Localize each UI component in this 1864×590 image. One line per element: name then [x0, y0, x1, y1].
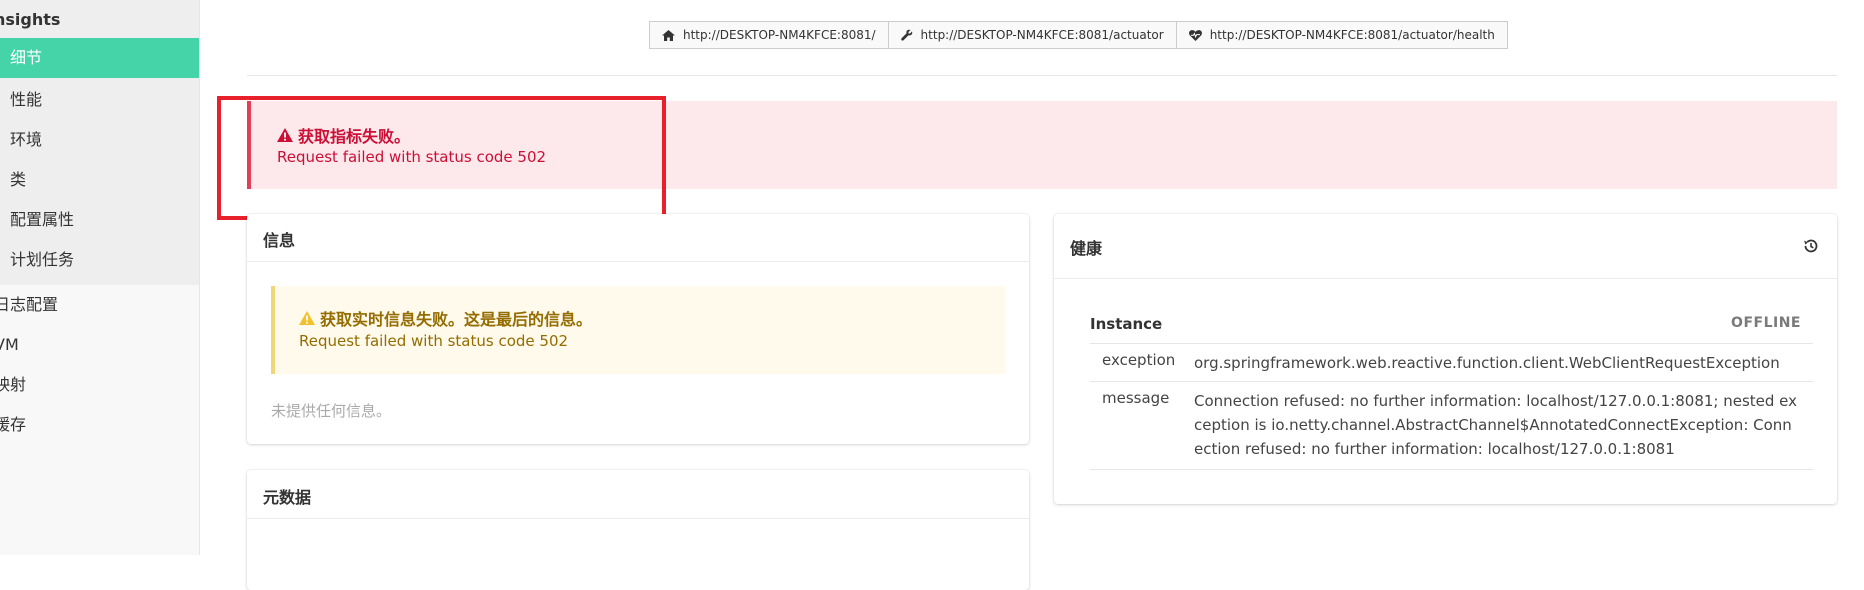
endpoint-links: http://DESKTOP-NM4KFCE:8081/ http://DESK… [649, 21, 1508, 49]
sidebar-item-label: 类 [10, 170, 27, 189]
sidebar-item-label: 映射 [0, 375, 27, 394]
actuator-url-link[interactable]: http://DESKTOP-NM4KFCE:8081/actuator [888, 21, 1177, 49]
sidebar-item-environment[interactable]: 环境 [0, 120, 199, 160]
card-header: 健康 [1054, 214, 1837, 279]
warning-message: Request failed with status code 502 [299, 332, 569, 350]
sidebar-item-label: VM [0, 335, 19, 354]
table-row: exception org.springframework.web.reacti… [1090, 343, 1813, 382]
sidebar-item-label: 计划任务 [10, 250, 75, 269]
sidebar-item-details[interactable]: 细节 [0, 38, 199, 78]
sidebar-item-label: 环境 [10, 130, 43, 149]
home-icon [662, 29, 675, 41]
sidebar-item-jvm[interactable]: VM [0, 325, 193, 365]
sidebar-item-performance[interactable]: 性能 [0, 80, 199, 120]
instance-header-row: Instance OFFLINE [1090, 307, 1813, 344]
table-row: message Connection refused: no further i… [1090, 381, 1813, 470]
row-value: Connection refused: no further informati… [1194, 392, 1798, 458]
sidebar-item-label: 性能 [10, 90, 43, 109]
info-warning-alert: 获取实时信息失败。这是最后的信息。 Request failed with st… [271, 286, 1005, 374]
sidebar-item-label: 缓存 [0, 415, 27, 434]
sidebar-item-loggers[interactable]: 日志配置 [0, 285, 193, 325]
health-url-text: http://DESKTOP-NM4KFCE:8081/actuator/hea… [1209, 28, 1495, 42]
sidebar-item-label: 细节 [10, 48, 43, 67]
row-value: org.springframework.web.reactive.functio… [1194, 354, 1780, 372]
card-title: 健康 [1070, 239, 1103, 258]
sidebar-item-caches[interactable]: 缓存 [0, 405, 193, 445]
actuator-url-text: http://DESKTOP-NM4KFCE:8081/actuator [920, 28, 1164, 42]
sidebar-item-config-props[interactable]: 配置属性 [0, 200, 199, 240]
warning-title-row: 获取实时信息失败。这是最后的信息。 [299, 306, 592, 330]
highlight-box [217, 96, 666, 220]
row-key: exception [1102, 351, 1176, 369]
card-title: 元数据 [263, 488, 312, 507]
warning-icon [299, 311, 315, 325]
empty-info-text: 未提供任何信息。 [271, 402, 392, 420]
metadata-card: 元数据 [247, 470, 1029, 590]
sidebar-group-insights: nsights 细节 性能 环境 类 配置属性 计划任务 [0, 0, 199, 285]
card-header: 元数据 [247, 470, 1029, 519]
heartbeat-icon [1188, 29, 1202, 41]
home-url-text: http://DESKTOP-NM4KFCE:8081/ [683, 28, 876, 42]
sidebar: nsights 细节 性能 环境 类 配置属性 计划任务 日志配置 VM 映射 … [0, 0, 200, 555]
sidebar-item-label: 配置属性 [10, 210, 75, 229]
sidebar-group-title: nsights [0, 10, 61, 29]
card-title: 信息 [263, 231, 296, 250]
wrench-icon [900, 29, 912, 41]
sidebar-item-mappings[interactable]: 映射 [0, 365, 193, 405]
divider [247, 75, 1837, 76]
health-card: 健康 Instance OFFLINE exception org.spring… [1054, 214, 1837, 504]
sidebar-item-label: 日志配置 [0, 295, 59, 314]
sidebar-item-scheduled-tasks[interactable]: 计划任务 [0, 240, 199, 280]
card-header: 信息 [247, 214, 1029, 262]
warning-title: 获取实时信息失败。这是最后的信息。 [320, 310, 593, 329]
history-icon[interactable] [1803, 238, 1819, 254]
sidebar-item-classes[interactable]: 类 [0, 160, 199, 200]
row-key: message [1102, 389, 1170, 407]
home-url-link[interactable]: http://DESKTOP-NM4KFCE:8081/ [649, 21, 889, 49]
instance-label: Instance [1090, 315, 1163, 333]
health-url-link[interactable]: http://DESKTOP-NM4KFCE:8081/actuator/hea… [1176, 21, 1508, 49]
info-card: 信息 获取实时信息失败。这是最后的信息。 Request failed with… [247, 214, 1029, 444]
status-badge: OFFLINE [1731, 315, 1801, 331]
